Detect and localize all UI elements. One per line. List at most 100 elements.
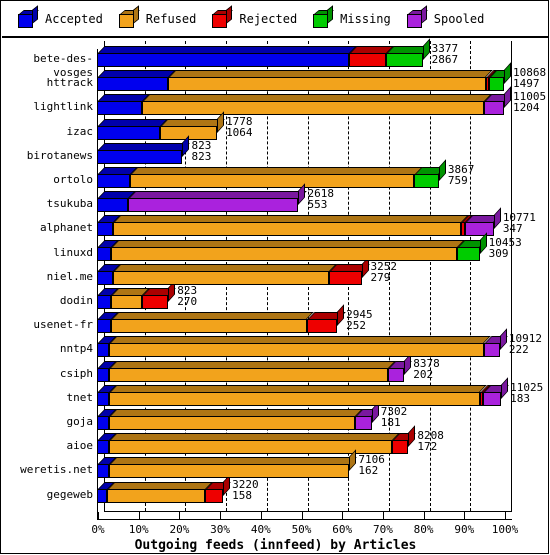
bar-row: tsukuba 2618 553 <box>1 183 550 214</box>
bar-segment-rejected[interactable] <box>141 280 176 309</box>
bar-row: ortolo 3867 759 <box>1 159 550 190</box>
x-axis-tick <box>464 512 466 520</box>
x-axis-tick-label: 70% <box>372 523 393 536</box>
bar-segment-missing[interactable] <box>488 62 512 92</box>
bar-segment-rejected[interactable] <box>204 473 231 503</box>
y-axis-category-label: lightlink <box>33 100 93 114</box>
bar-top-face <box>169 70 494 78</box>
bar-segment-refused[interactable] <box>109 433 400 455</box>
bar-value-secondary: 222 <box>508 343 529 357</box>
bar-segment-missing[interactable] <box>385 38 431 67</box>
bar-segment-accepted[interactable] <box>97 433 117 455</box>
bar-segment-accepted[interactable] <box>97 263 122 285</box>
bar-segment-accepted[interactable] <box>97 336 117 358</box>
chart-frame: Accepted Refused Rejected Missing Spooled be… <box>0 0 549 554</box>
bar-segment-accepted[interactable] <box>97 457 117 479</box>
x-axis-tick <box>505 512 506 520</box>
bar-segment-accepted[interactable] <box>97 191 136 213</box>
bar-value-labels: 10453 309 <box>489 237 522 259</box>
bar-value-labels: 823 270 <box>177 285 197 307</box>
x-axis-tick-label: 50% <box>291 523 312 536</box>
y-axis-category-label: usenet-fr <box>33 318 93 332</box>
legend-item-missing[interactable]: Missing <box>313 5 391 28</box>
bar-segment-accepted[interactable] <box>97 409 117 430</box>
bar-segment-refused[interactable] <box>111 239 465 261</box>
bar-segment-spooled[interactable] <box>388 352 413 382</box>
bar-segment-refused[interactable] <box>113 215 470 237</box>
bar-value-labels: 11005 1204 <box>513 91 546 113</box>
bar-value-secondary: 162 <box>358 464 379 478</box>
bar-top-face <box>112 239 465 247</box>
x-axis-tick <box>138 512 140 520</box>
bar-segment-accepted[interactable] <box>97 118 168 140</box>
x-axis-tick <box>220 512 222 520</box>
bar-row: linuxd 10453 309 <box>1 231 550 263</box>
bar-segment-refused[interactable] <box>141 94 492 116</box>
bar-top-face <box>98 142 191 150</box>
bar-segment-accepted[interactable] <box>97 239 119 261</box>
bar-segment-accepted[interactable] <box>97 46 358 67</box>
bar-segment-accepted[interactable] <box>97 94 150 116</box>
bar-segment-missing[interactable] <box>414 159 447 188</box>
bar-segment-rejected[interactable] <box>461 215 474 237</box>
bar-segment-accepted[interactable] <box>97 288 119 309</box>
x-axis-tick-label: 60% <box>332 523 353 536</box>
y-axis-category-label: linuxd <box>53 245 93 259</box>
bar-value-labels: 10771 347 <box>503 212 536 234</box>
bar-segment-refused[interactable] <box>107 481 213 503</box>
legend-item-rejected[interactable]: Rejected <box>212 5 298 28</box>
bar-segment-rejected[interactable] <box>479 384 491 406</box>
legend-item-spooled[interactable]: Spooled <box>406 5 484 28</box>
bar-top-face <box>114 263 337 271</box>
legend-item-accepted[interactable]: Accepted <box>18 5 103 28</box>
bar-segment-rejected[interactable] <box>349 46 394 67</box>
bar-row: izac 1778 1064 <box>1 110 550 142</box>
bar-segment-accepted[interactable] <box>97 312 119 334</box>
legend-label: Accepted <box>45 12 103 26</box>
chart-x-title: Outgoing feeds (innfeed) by Articles <box>134 538 417 553</box>
legend-label: Rejected <box>239 12 298 26</box>
bar-segment-rejected[interactable] <box>328 256 370 285</box>
bar-segment-missing[interactable] <box>457 231 488 261</box>
bar-segment-accepted[interactable] <box>97 167 138 188</box>
bar-segment-refused[interactable] <box>109 336 492 358</box>
legend-item-refused[interactable]: Refused <box>118 5 196 28</box>
cube-icon <box>406 5 428 28</box>
bar-segment-refused[interactable] <box>109 409 364 430</box>
bar-top-face <box>114 215 470 223</box>
bar-segment-spooled[interactable] <box>465 207 502 237</box>
bar-segment-refused[interactable] <box>113 263 337 285</box>
bar-value-total: 1778 <box>226 114 253 128</box>
chart-legend: Accepted Refused Rejected Missing Spooled <box>2 2 549 38</box>
bar-value-labels: 2945 252 <box>346 309 373 331</box>
bar-segment-spooled[interactable] <box>482 377 509 406</box>
bar-top-face <box>110 336 492 344</box>
bar-segment-accepted[interactable] <box>97 135 191 164</box>
bar-segment-spooled[interactable] <box>483 86 512 116</box>
bar-segment-refused[interactable] <box>129 167 423 188</box>
bar-segment-spooled[interactable] <box>127 183 307 213</box>
bar-segment-accepted[interactable] <box>97 384 117 406</box>
bar-segment-spooled[interactable] <box>355 401 380 430</box>
bar-segment-refused[interactable] <box>111 312 315 334</box>
bar-segment-refused[interactable] <box>109 384 488 406</box>
bar-segment-rejected[interactable] <box>392 425 417 455</box>
bar-segment-spooled[interactable] <box>483 328 508 358</box>
bar-segment-rejected[interactable] <box>485 70 497 92</box>
bar-value-labels: 7302 181 <box>381 406 408 428</box>
bar-right-face <box>422 38 430 60</box>
x-axis-tick <box>260 512 262 520</box>
bar-top-face <box>112 312 315 320</box>
bar-value-secondary: 347 <box>502 222 523 236</box>
bar-segment-rejected[interactable] <box>306 304 345 334</box>
bar-segment-refused[interactable] <box>109 449 358 479</box>
bar-row: lightlink 11005 1204 <box>1 86 550 117</box>
bar-value-secondary: 181 <box>380 416 401 429</box>
bar-segment-accepted[interactable] <box>97 360 117 382</box>
bar-segment-refused[interactable] <box>168 70 494 92</box>
bar-segment-refused[interactable] <box>109 360 396 382</box>
bar-segment-refused[interactable] <box>111 288 150 309</box>
bar-segment-accepted[interactable] <box>97 481 115 503</box>
bar-segment-accepted[interactable] <box>97 70 176 92</box>
bar-segment-accepted[interactable] <box>97 215 122 237</box>
